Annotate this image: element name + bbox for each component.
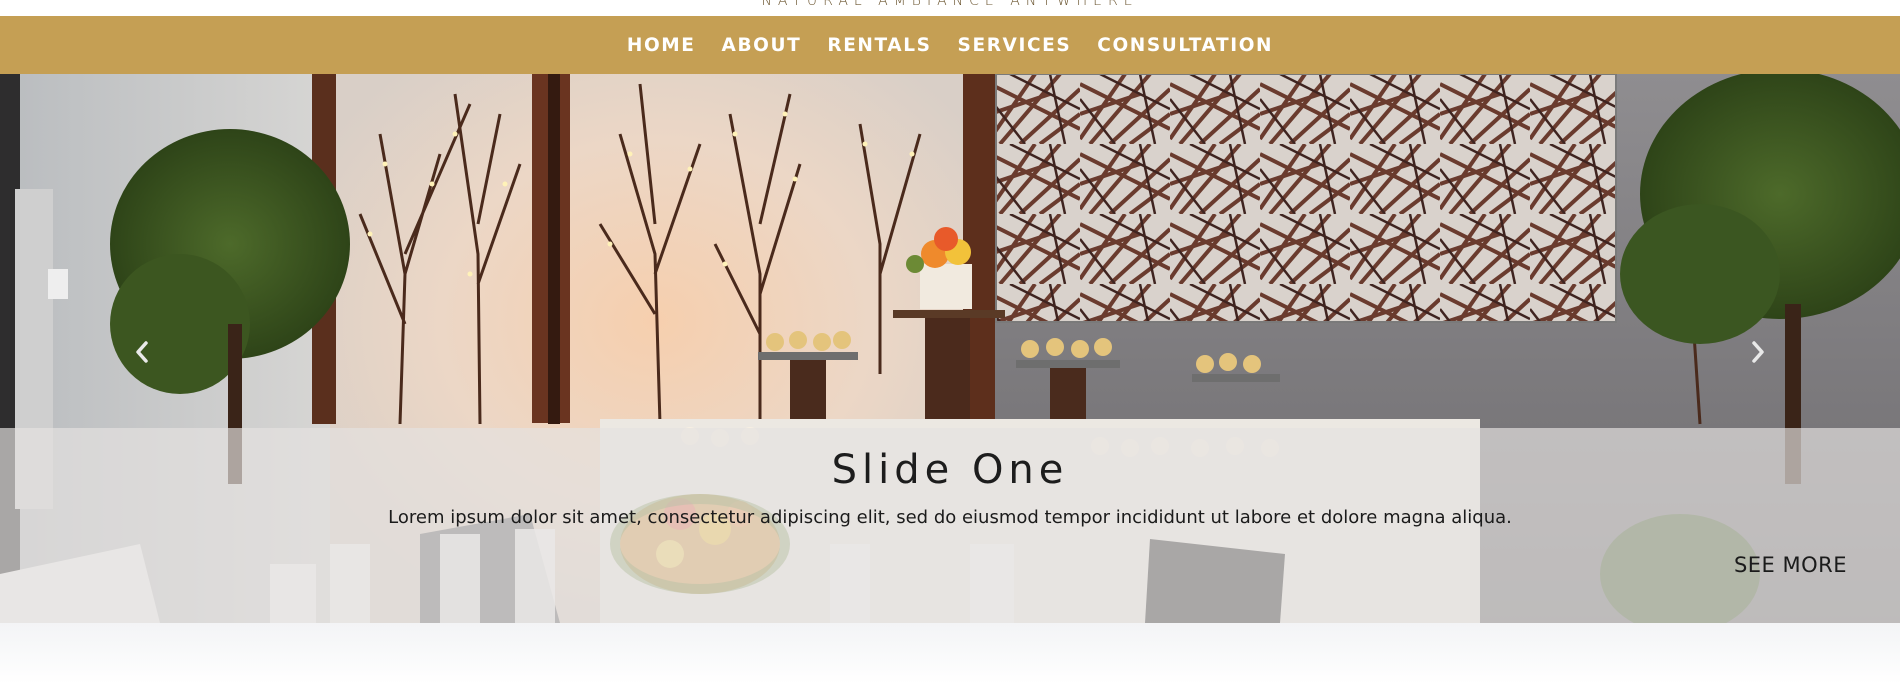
slide-title: Slide One <box>831 447 1069 493</box>
hero-carousel: Slide One Lorem ipsum dolor sit amet, co… <box>0 74 1900 623</box>
tagline-strip: NATURAL AMBIANCE ANYWHERE <box>0 0 1900 16</box>
content-section <box>0 623 1900 684</box>
see-more-link[interactable]: SEE MORE <box>1734 553 1847 577</box>
chevron-right-icon <box>1752 341 1764 363</box>
main-navbar: HOME ABOUT RENTALS SERVICES CONSULTATION <box>0 16 1900 74</box>
nav-list: HOME ABOUT RENTALS SERVICES CONSULTATION <box>614 35 1286 56</box>
slide-description: Lorem ipsum dolor sit amet, consectetur … <box>388 507 1512 528</box>
nav-item-rentals[interactable]: RENTALS <box>814 35 944 56</box>
carousel-next-button[interactable] <box>1738 332 1778 372</box>
nav-item-consultation[interactable]: CONSULTATION <box>1084 35 1286 56</box>
nav-item-about[interactable]: ABOUT <box>709 35 815 56</box>
carousel-prev-button[interactable] <box>122 332 162 372</box>
nav-item-home[interactable]: HOME <box>614 35 709 56</box>
site-tagline: NATURAL AMBIANCE ANYWHERE <box>761 0 1139 9</box>
nav-item-services[interactable]: SERVICES <box>945 35 1085 56</box>
chevron-left-icon <box>136 341 148 363</box>
